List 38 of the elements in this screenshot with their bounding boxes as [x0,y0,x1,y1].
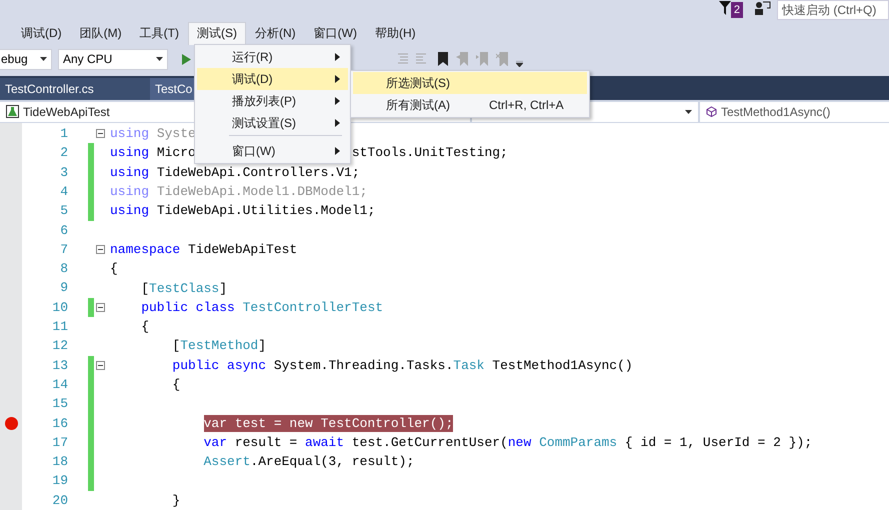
code-line: { [110,260,118,278]
code-line: public async System.Threading.Tasks.Task TestMethod1Async() [172,356,633,374]
line-number: 11 [51,318,68,336]
code-line: { [141,318,150,336]
code-line: var result = await test.GetCurrentUser(new CommParams { id = 1, UserId = 2 }); [204,434,812,451]
line-number: 13 [51,356,68,375]
code-line: Assert.AreEqual(3, result); [204,453,414,470]
line-number: 2 [59,144,68,162]
line-number: 18 [51,453,68,472]
line-number: 15 [51,395,68,414]
line-number: 19 [51,472,68,490]
line-number: 8 [59,260,68,278]
line-number: 4 [59,182,68,201]
code-line: using TideWebApi.Controllers.V1; [110,164,360,181]
line-number: 10 [51,298,68,317]
code-line: { [172,376,180,394]
code-line: public class TestControllerTest [141,298,384,316]
line-number: 5 [59,202,68,220]
line-number: 1 [59,125,68,144]
line-number: 16 [51,414,68,432]
code-line: [TestClass] [141,280,228,297]
code-fragment: stTools.UnitTesting; [352,144,508,162]
line-number: 3 [59,164,68,182]
line-number: 12 [51,337,68,356]
code-line: } [172,492,180,509]
code-line: using TideWebApi.Utilities.Model1; [110,202,376,220]
code-line: using Syste [110,125,196,142]
code-line: namespace TideWebApiTest [110,240,298,258]
code-line: using TideWebApi.Model1.DBModel1; [110,183,368,200]
line-number: 9 [59,279,68,298]
line-number: 14 [51,376,68,394]
line-number: 17 [51,434,68,452]
code-line: using Micro [110,144,196,162]
line-number: 20 [51,492,68,510]
notification-badge: 2 [730,2,743,18]
line-number: 7 [59,240,68,259]
code-line: [TestMethod] [172,337,266,354]
line-number: 6 [59,222,68,240]
